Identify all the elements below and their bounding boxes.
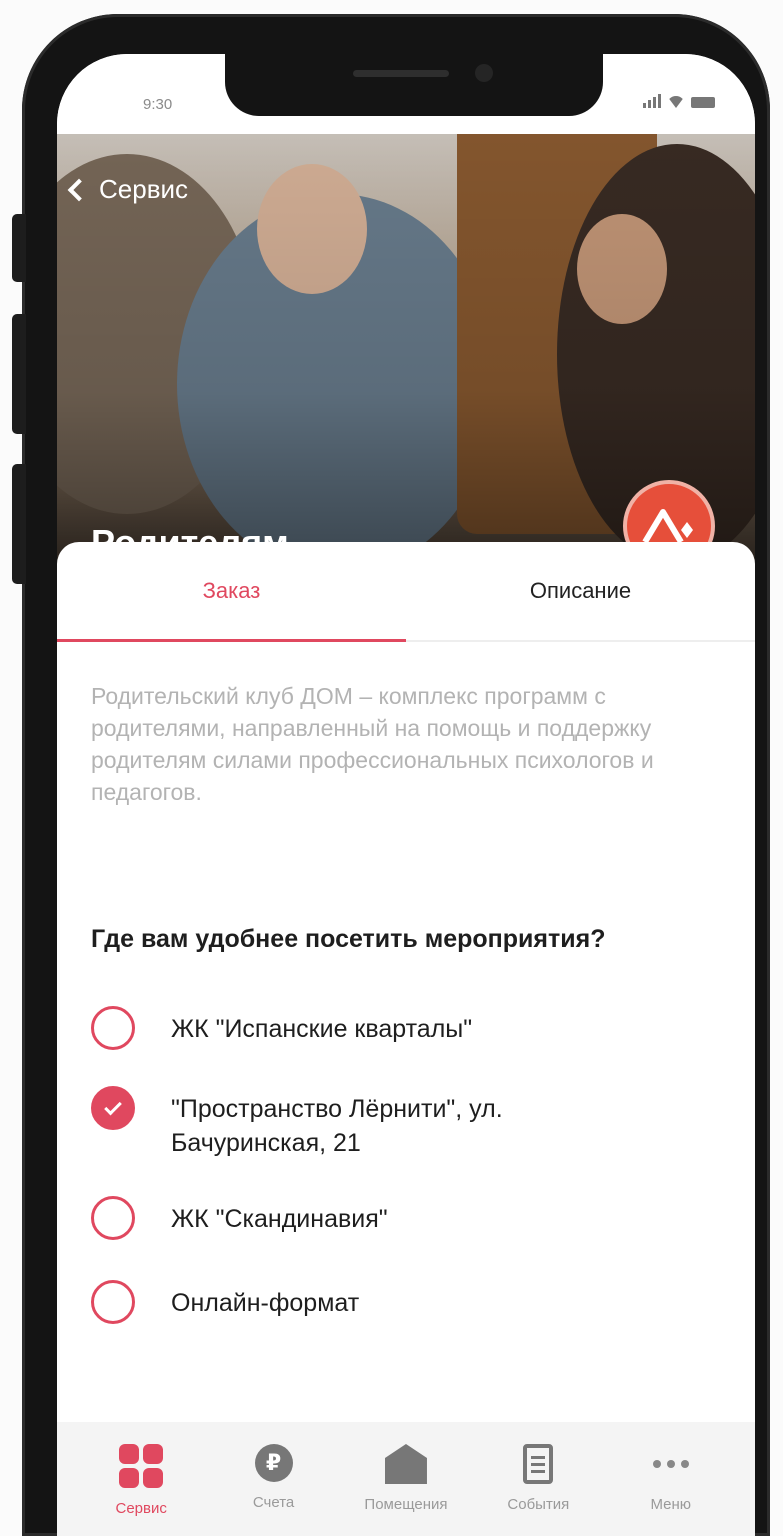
- back-button[interactable]: Сервис: [67, 174, 189, 205]
- option-label: "Пространство Лёрнити", ул. Бачуринская,…: [171, 1095, 503, 1157]
- services-grid-icon: [119, 1444, 164, 1488]
- radio-checked[interactable]: [91, 1086, 135, 1130]
- status-icons: [643, 94, 715, 108]
- document-icon: [523, 1444, 554, 1484]
- option-label: Онлайн-формат: [171, 1289, 360, 1317]
- active-tab-indicator: [57, 639, 406, 642]
- nav-label: События: [507, 1496, 570, 1513]
- tab-description[interactable]: Описание: [406, 542, 755, 640]
- option-learnity-space[interactable]: "Пространство Лёрнити", ул. Бачуринская,…: [91, 1086, 731, 1160]
- ruble-icon: ₽: [254, 1444, 293, 1482]
- house-icon: [384, 1444, 427, 1484]
- nav-more[interactable]: Меню: [611, 1422, 731, 1536]
- location-options: ЖК "Испанские кварталы" "Пространство Лё…: [91, 1006, 731, 1324]
- phone-side-button: [12, 314, 26, 434]
- checkmark-icon: [104, 1097, 122, 1116]
- chevron-left-icon: [67, 178, 91, 201]
- option-online[interactable]: Онлайн-формат: [91, 1280, 731, 1324]
- nav-services[interactable]: Сервис: [81, 1422, 201, 1536]
- hero-image: Сервис Родителям: [57, 134, 755, 564]
- content-sheet: Заказ Описание Родительский клуб ДОМ – к…: [57, 542, 755, 1536]
- speaker-grille: [353, 70, 449, 77]
- phone-screen: 9:30 Сервис Заказ Описание Родительский …: [57, 54, 755, 1536]
- option-spanish-quarters[interactable]: ЖК "Испанские кварталы": [91, 1006, 731, 1050]
- nav-label: Помещения: [364, 1496, 448, 1513]
- option-label: ЖК "Скандинавия": [171, 1205, 388, 1233]
- mockup-stage: 9:30 Сервис Заказ Описание Родительский …: [0, 0, 783, 1536]
- phone-side-button: [12, 214, 26, 282]
- bottom-tab-bar: Сервис ₽ Счета Помещения События Меню: [57, 1422, 755, 1536]
- phone-side-button: [12, 464, 26, 584]
- front-camera: [475, 64, 493, 82]
- question-heading: Где вам удобнее посетить мероприятия?: [91, 925, 606, 953]
- nav-premises[interactable]: Помещения: [346, 1422, 466, 1536]
- nav-label: Меню: [650, 1496, 692, 1513]
- nav-label: Сервис: [115, 1500, 167, 1517]
- radio-unchecked[interactable]: [91, 1280, 135, 1324]
- signal-icon: [643, 94, 661, 108]
- service-description: Родительский клуб ДОМ – комплекс програм…: [91, 683, 654, 805]
- option-scandinavia[interactable]: ЖК "Скандинавия": [91, 1196, 731, 1240]
- more-dots-icon: [652, 1444, 689, 1484]
- tab-order[interactable]: Заказ: [57, 542, 406, 640]
- nav-bills[interactable]: ₽ Счета: [214, 1422, 334, 1536]
- wifi-icon: [667, 96, 685, 108]
- battery-icon: [691, 97, 715, 108]
- status-time: 9:30: [143, 96, 173, 113]
- back-label: Сервис: [99, 174, 189, 204]
- radio-unchecked[interactable]: [91, 1006, 135, 1050]
- radio-unchecked[interactable]: [91, 1196, 135, 1240]
- option-label: ЖК "Испанские кварталы": [171, 1015, 473, 1043]
- nav-events[interactable]: События: [478, 1422, 598, 1536]
- tab-bar-top: Заказ Описание: [57, 542, 755, 642]
- status-bar: 9:30: [57, 54, 755, 134]
- phone-notch: [225, 54, 603, 116]
- nav-label: Счета: [252, 1494, 295, 1511]
